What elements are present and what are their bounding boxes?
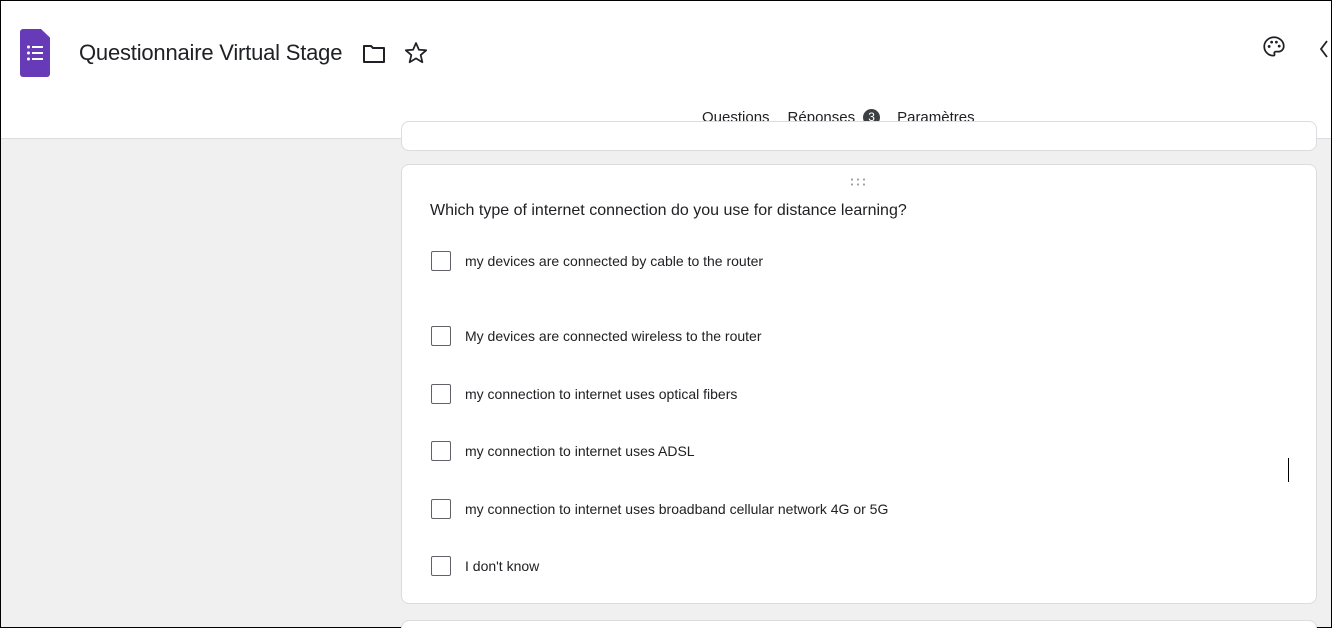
option-label: my devices are connected by cable to the… — [465, 253, 764, 269]
option-item[interactable]: my connection to internet uses broadband… — [431, 480, 888, 538]
option-label: my connection to internet uses ADSL — [465, 443, 695, 460]
options-list: my devices are connected by cable to the… — [431, 250, 888, 595]
folder-icon[interactable] — [362, 44, 386, 69]
eye-icon[interactable] — [1319, 37, 1332, 61]
question-card[interactable]: Which type of internet connection do you… — [401, 164, 1317, 604]
option-label: My devices are connected wireless to the… — [465, 328, 762, 345]
text-cursor — [1288, 458, 1289, 482]
next-question-card[interactable] — [401, 620, 1317, 628]
option-checkbox[interactable] — [431, 251, 451, 271]
option-checkbox[interactable] — [431, 441, 451, 462]
option-checkbox[interactable] — [431, 383, 451, 404]
app-header: Questionnaire Virtual Stage Questions Ré… — [1, 1, 1331, 139]
option-checkbox[interactable] — [431, 498, 451, 519]
option-item[interactable]: my connection to internet uses ADSL — [431, 423, 888, 481]
drag-handle-icon[interactable] — [849, 174, 867, 192]
star-icon[interactable] — [403, 40, 429, 71]
option-label: I don't know — [465, 558, 540, 575]
question-title: Which type of internet connection do you… — [430, 202, 907, 219]
forms-app-icon[interactable] — [20, 29, 50, 77]
option-checkbox[interactable] — [431, 326, 451, 347]
document-title[interactable]: Questionnaire Virtual Stage — [79, 40, 342, 66]
option-item[interactable]: my connection to internet uses optical f… — [431, 365, 888, 423]
palette-icon[interactable] — [1261, 34, 1287, 65]
previous-question-card[interactable] — [401, 121, 1317, 151]
option-item[interactable]: My devices are connected wireless to the… — [431, 308, 888, 366]
option-item[interactable]: my devices are connected by cable to the… — [431, 250, 888, 272]
option-checkbox[interactable] — [431, 556, 451, 577]
option-item[interactable]: I don't know — [431, 538, 888, 596]
option-label: my connection to internet uses broadband… — [465, 500, 889, 517]
option-label: my connection to internet uses optical f… — [465, 385, 738, 402]
